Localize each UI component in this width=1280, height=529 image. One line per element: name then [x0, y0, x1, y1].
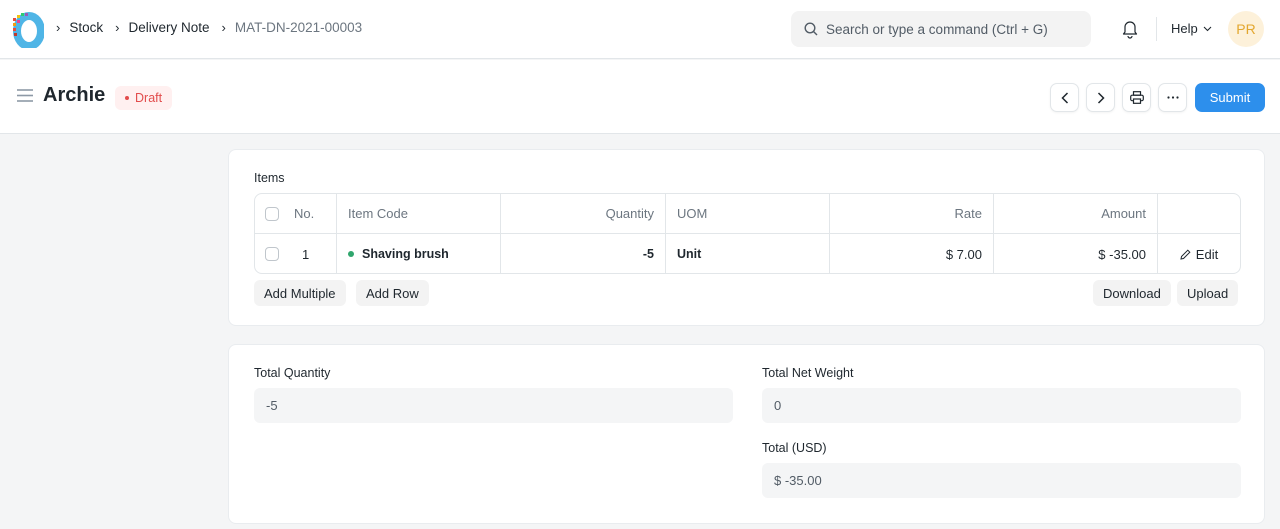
more-horizontal-icon — [1166, 96, 1179, 99]
printer-icon — [1129, 91, 1144, 104]
select-all-checkbox[interactable] — [265, 206, 279, 221]
app-logo-icon[interactable] — [10, 12, 45, 50]
totals-section: Total Quantity -5 Total Net Weight 0 Tot… — [228, 344, 1265, 524]
status-label: Draft — [135, 91, 163, 105]
total-usd-label: Total (USD) — [762, 441, 827, 455]
chevron-right-icon: › — [115, 20, 120, 35]
item-status-dot-icon — [348, 251, 354, 257]
uom-cell[interactable]: Unit — [666, 234, 830, 273]
total-quantity-label: Total Quantity — [254, 366, 331, 380]
total-net-weight-label: Total Net Weight — [762, 366, 854, 380]
breadcrumb-delivery-note[interactable]: Delivery Note — [128, 20, 209, 35]
page-title: Archie — [43, 84, 106, 106]
edit-row-button[interactable]: Edit — [1180, 247, 1218, 262]
chevron-right-icon — [1097, 91, 1105, 104]
status-badge: Draft — [115, 86, 173, 110]
rate-cell[interactable]: $ 7.00 — [830, 234, 994, 273]
avatar[interactable]: PR — [1228, 11, 1264, 47]
column-header-quantity: Quantity — [501, 194, 666, 233]
search-placeholder: Search or type a command (Ctrl + G) — [826, 21, 1048, 37]
submit-button[interactable]: Submit — [1195, 83, 1265, 112]
header-no-cell: No. — [255, 194, 337, 233]
help-dropdown[interactable]: Help — [1171, 21, 1212, 36]
row-checkbox[interactable] — [265, 247, 279, 261]
items-label: Items — [254, 171, 285, 185]
items-table: No. Item Code Quantity UOM Rate Amount 1… — [254, 193, 1241, 274]
item-code-value: Shaving brush — [362, 247, 449, 261]
total-quantity-field: -5 — [254, 388, 733, 423]
status-dot-icon — [125, 96, 129, 100]
edit-label: Edit — [1195, 246, 1219, 262]
navbar: › Stock › Delivery Note › MAT-DN-2021-00… — [0, 0, 1280, 59]
print-button[interactable] — [1122, 83, 1151, 112]
row-no-cell: 1 — [255, 234, 337, 273]
next-button[interactable] — [1086, 83, 1115, 112]
breadcrumb-stock[interactable]: Stock — [69, 20, 103, 35]
chevron-left-icon — [1060, 91, 1068, 104]
pencil-icon — [1180, 248, 1191, 260]
chevron-right-icon: › — [221, 20, 226, 35]
sidebar-toggle-icon[interactable] — [17, 89, 33, 105]
total-usd-field: $ -35.00 — [762, 463, 1241, 498]
add-multiple-button[interactable]: Add Multiple — [254, 280, 346, 306]
quantity-cell[interactable]: -5 — [501, 234, 666, 273]
column-header-no: No. — [294, 206, 315, 221]
row-number: 1 — [302, 246, 310, 262]
edit-cell: Edit — [1158, 234, 1240, 273]
search-input[interactable]: Search or type a command (Ctrl + G) — [791, 11, 1091, 47]
table-header-row: No. Item Code Quantity UOM Rate Amount — [255, 194, 1240, 234]
breadcrumb-document[interactable]: MAT-DN-2021-00003 — [235, 20, 362, 35]
more-options-button[interactable] — [1158, 83, 1187, 112]
navbar-divider — [1156, 17, 1157, 41]
item-code-cell[interactable]: Shaving brush — [337, 234, 501, 273]
column-header-amount: Amount — [994, 194, 1158, 233]
chevron-right-icon: › — [56, 20, 61, 35]
column-header-actions — [1158, 194, 1240, 233]
upload-button[interactable]: Upload — [1177, 280, 1239, 306]
breadcrumb: › Stock › Delivery Note › MAT-DN-2021-00… — [56, 20, 374, 35]
page-head: Archie Draft Submit — [0, 60, 1280, 134]
search-icon — [804, 22, 818, 36]
column-header-rate: Rate — [830, 194, 994, 233]
notification-bell-icon[interactable] — [1121, 19, 1139, 42]
chevron-down-icon — [1203, 26, 1212, 31]
table-row[interactable]: 1 Shaving brush -5 Unit $ 7.00 $ -35.00 … — [255, 234, 1240, 273]
column-header-item-code: Item Code — [337, 194, 501, 233]
items-section: Items No. Item Code Quantity UOM Rate Am… — [228, 149, 1265, 326]
help-label: Help — [1171, 21, 1198, 36]
column-header-uom: UOM — [666, 194, 830, 233]
amount-cell: $ -35.00 — [994, 234, 1158, 273]
add-row-button[interactable]: Add Row — [356, 280, 429, 306]
previous-button[interactable] — [1050, 83, 1079, 112]
download-button[interactable]: Download — [1093, 280, 1171, 306]
total-net-weight-field: 0 — [762, 388, 1241, 423]
